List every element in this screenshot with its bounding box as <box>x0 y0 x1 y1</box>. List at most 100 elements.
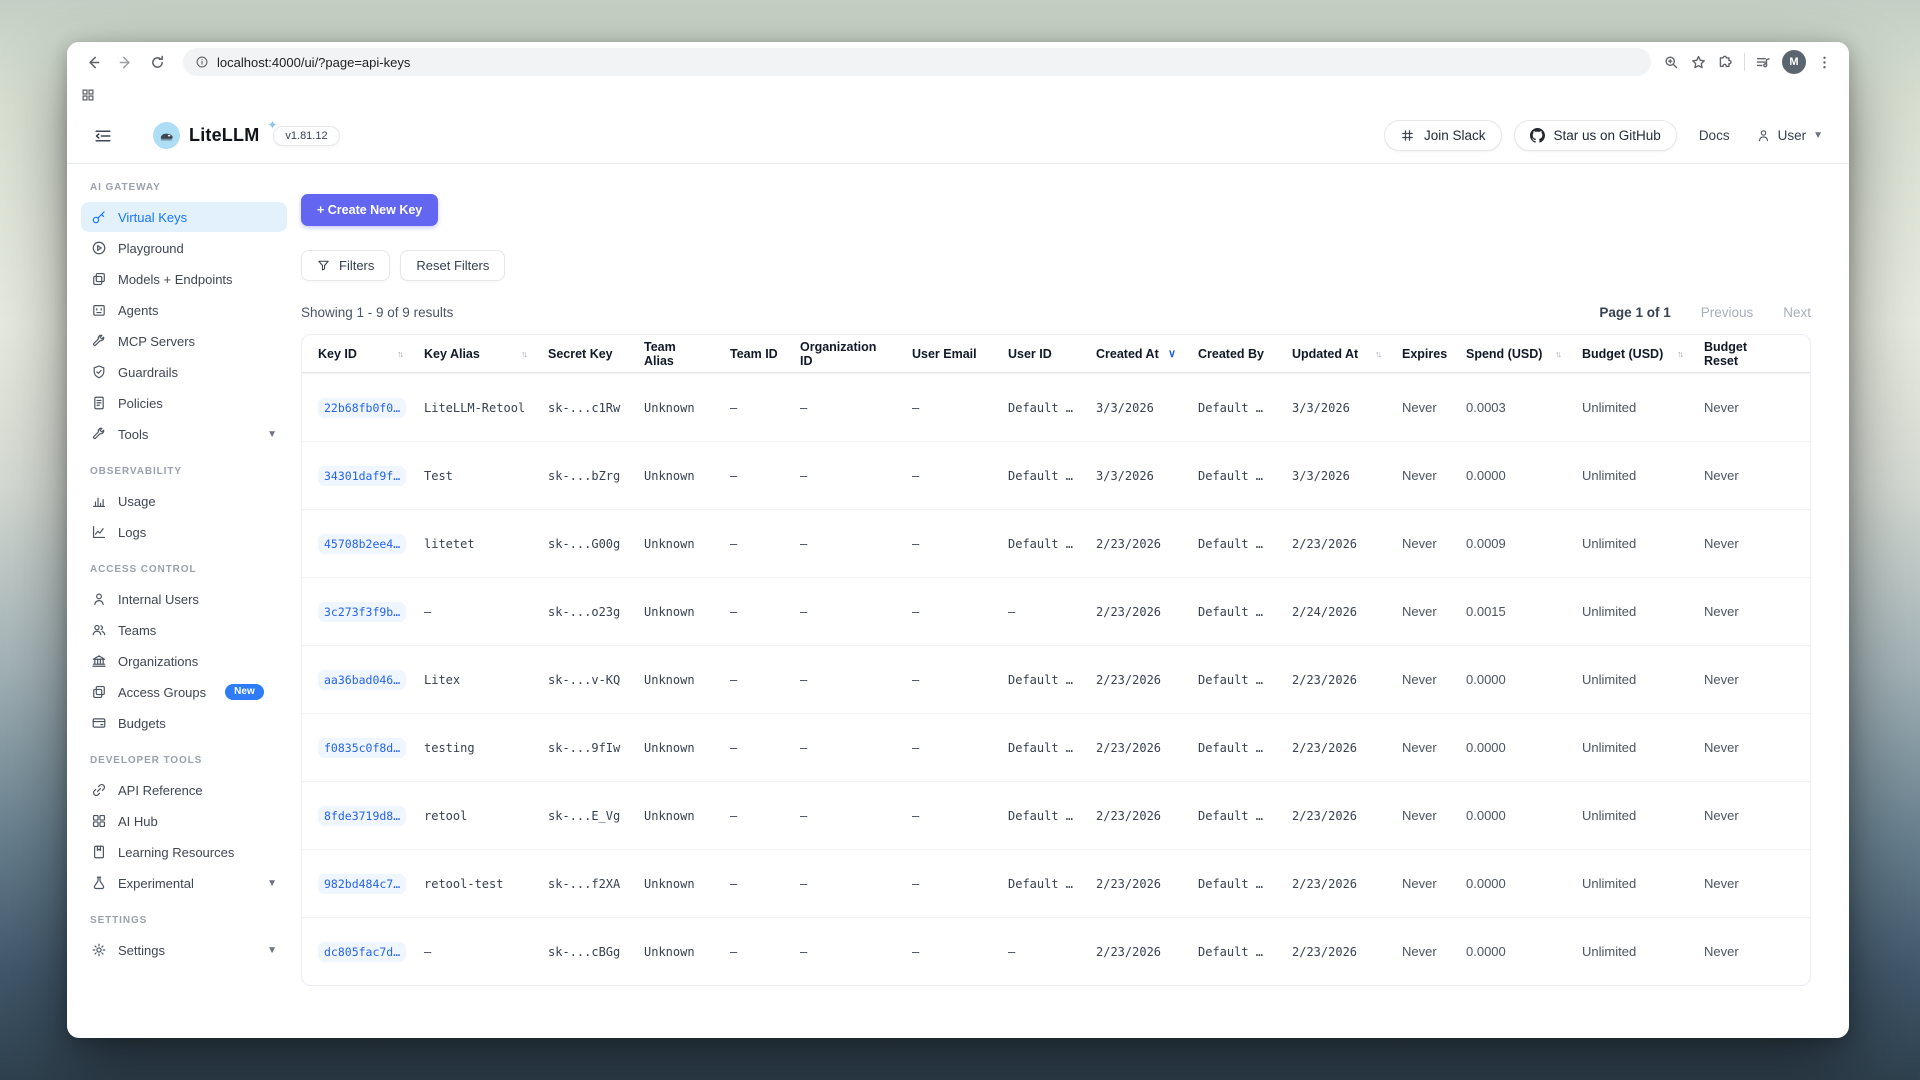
cell-team-alias: Unknown <box>644 605 730 619</box>
sidebar-item-agents[interactable]: Agents <box>81 295 287 325</box>
key-id-link[interactable]: dc805fac7d… <box>318 942 406 962</box>
cell-key-alias: Litex <box>424 673 548 687</box>
filters-button[interactable]: Filters <box>301 250 390 281</box>
reload-icon[interactable] <box>143 48 171 76</box>
sidebar-item-label: Guardrails <box>118 365 178 380</box>
sidebar-item-api-reference[interactable]: API Reference <box>81 775 287 805</box>
chevron-down-icon: ▼ <box>267 945 277 956</box>
cell-updated-at: 2/23/2026 <box>1292 673 1402 687</box>
key-id-link[interactable]: 45708b2ee4… <box>318 534 406 554</box>
table-row[interactable]: aa36bad046…Litexsk-...v-KQUnknown–––Defa… <box>302 645 1810 713</box>
user-menu[interactable]: User ▼ <box>1756 128 1823 143</box>
sort-icon[interactable]: ↑↓ <box>1677 349 1682 359</box>
table-row[interactable]: 22b68fb0f0…LiteLLM-Retoolsk-...c1RwUnkno… <box>302 373 1810 441</box>
media-controls-icon[interactable] <box>1755 54 1772 71</box>
extensions-icon[interactable] <box>1717 54 1734 71</box>
cell-user-id: Default … <box>1008 741 1096 755</box>
column-header-created-at[interactable]: Created At∨ <box>1096 347 1198 361</box>
cell-key-alias: Test <box>424 469 548 483</box>
cell-created-by: Default … <box>1198 537 1292 551</box>
sort-icon[interactable]: ↑↓ <box>1555 349 1560 359</box>
cell-user-id: – <box>1008 605 1096 619</box>
sidebar-item-usage[interactable]: Usage <box>81 486 287 516</box>
column-header-updated-at[interactable]: Updated At↑↓ <box>1292 347 1402 361</box>
join-slack-button[interactable]: Join Slack <box>1384 120 1502 151</box>
table-row[interactable]: 8fde3719d8…retoolsk-...E_VgUnknown–––Def… <box>302 781 1810 849</box>
sidebar-item-playground[interactable]: Playground <box>81 233 287 263</box>
sort-icon[interactable]: ↑↓ <box>397 349 402 359</box>
key-id-link[interactable]: 22b68fb0f0… <box>318 398 406 418</box>
table-row[interactable]: 3c273f3f9b…–sk-...o23gUnknown––––2/23/20… <box>302 577 1810 645</box>
cell-user-id: Default … <box>1008 673 1096 687</box>
cell-secret-key: sk-...v-KQ <box>548 673 644 687</box>
sidebar-item-budgets[interactable]: Budgets <box>81 708 287 738</box>
column-header-budget-usd[interactable]: Budget (USD)↑↓ <box>1582 347 1704 361</box>
new-badge: New <box>225 684 264 700</box>
table-row[interactable]: dc805fac7d…–sk-...cBGgUnknown––––2/23/20… <box>302 917 1810 985</box>
table-row[interactable]: 45708b2ee4…litetetsk-...G00gUnknown–––De… <box>302 509 1810 577</box>
table-body: 22b68fb0f0…LiteLLM-Retoolsk-...c1RwUnkno… <box>302 373 1810 985</box>
sidebar-item-access-groups[interactable]: Access GroupsNew <box>81 677 287 707</box>
column-header-spend-usd[interactable]: Spend (USD)↑↓ <box>1466 347 1582 361</box>
star-github-button[interactable]: Star us on GitHub <box>1514 120 1677 151</box>
profile-avatar[interactable]: M <box>1782 50 1806 74</box>
sidebar-item-learning-resources[interactable]: Learning Resources <box>81 837 287 867</box>
cell-secret-key: sk-...E_Vg <box>548 809 644 823</box>
key-id-link[interactable]: f0835c0f8d… <box>318 738 406 758</box>
sidebar-item-mcp-servers[interactable]: MCP Servers <box>81 326 287 356</box>
sidebar-item-label: MCP Servers <box>118 334 195 349</box>
key-id-link[interactable]: aa36bad046… <box>318 670 406 690</box>
site-info-icon[interactable] <box>195 55 209 69</box>
column-header-key-id[interactable]: Key ID↑↓ <box>318 347 424 361</box>
sidebar-item-tools[interactable]: Tools▼ <box>81 419 287 449</box>
sidebar-item-logs[interactable]: Logs <box>81 517 287 547</box>
table-header-row: Key ID↑↓Key Alias↑↓Secret KeyTeam AliasT… <box>302 335 1810 373</box>
sort-desc-icon[interactable]: ∨ <box>1168 347 1176 360</box>
sidebar-item-models-endpoints[interactable]: Models + Endpoints <box>81 264 287 294</box>
sidebar-item-policies[interactable]: Policies <box>81 388 287 418</box>
cell-organization-id: – <box>800 877 912 891</box>
sidebar-item-settings[interactable]: Settings▼ <box>81 935 287 965</box>
menu-kebab-icon[interactable] <box>1816 54 1833 71</box>
cell-key-alias: – <box>424 945 548 959</box>
cell-budget-usd: Unlimited <box>1582 876 1704 891</box>
next-page-button[interactable]: Next <box>1783 305 1811 320</box>
sort-icon[interactable]: ↑↓ <box>521 349 526 359</box>
settings-icon <box>91 942 107 958</box>
sidebar-item-ai-hub[interactable]: AI Hub <box>81 806 287 836</box>
cell-team-alias: Unknown <box>644 469 730 483</box>
back-icon[interactable] <box>79 48 107 76</box>
create-new-key-button[interactable]: + Create New Key <box>301 194 438 226</box>
bookmark-star-icon[interactable] <box>1690 54 1707 71</box>
sidebar-item-experimental[interactable]: Experimental▼ <box>81 868 287 898</box>
docs-link[interactable]: Docs <box>1699 128 1730 143</box>
sidebar-item-label: Virtual Keys <box>118 210 187 225</box>
sidebar-item-virtual-keys[interactable]: Virtual Keys <box>81 202 287 232</box>
sort-icon[interactable]: ↑↓ <box>1375 349 1380 359</box>
key-id-link[interactable]: 8fde3719d8… <box>318 806 406 826</box>
table-row[interactable]: 34301daf9f…Testsk-...bZrgUnknown–––Defau… <box>302 441 1810 509</box>
column-header-key-alias[interactable]: Key Alias↑↓ <box>424 347 548 361</box>
browser-actions: M <box>1663 50 1837 74</box>
zoom-icon[interactable] <box>1663 54 1680 71</box>
key-id-link[interactable]: 3c273f3f9b… <box>318 602 406 622</box>
apps-grid-icon[interactable] <box>81 88 95 102</box>
table-row[interactable]: 982bd484c7…retool-testsk-...f2XAUnknown–… <box>302 849 1810 917</box>
previous-page-button[interactable]: Previous <box>1701 305 1754 320</box>
cell-team-alias: Unknown <box>644 945 730 959</box>
sidebar-item-internal-users[interactable]: Internal Users <box>81 584 287 614</box>
sidebar-collapse-icon[interactable] <box>93 126 113 146</box>
key-id-link[interactable]: 982bd484c7… <box>318 874 406 894</box>
sidebar-item-guardrails[interactable]: Guardrails <box>81 357 287 387</box>
mcp-servers-icon <box>91 333 107 349</box>
address-bar[interactable]: localhost:4000/ui/?page=api-keys <box>183 48 1651 76</box>
table-row[interactable]: f0835c0f8d…testingsk-...9fIwUnknown–––De… <box>302 713 1810 781</box>
forward-icon[interactable] <box>111 48 139 76</box>
sidebar-item-organizations[interactable]: Organizations <box>81 646 287 676</box>
browser-window: localhost:4000/ui/?page=api-keys M LiteL… <box>67 42 1849 1038</box>
key-id-link[interactable]: 34301daf9f… <box>318 466 406 486</box>
sidebar-item-teams[interactable]: Teams <box>81 615 287 645</box>
reset-filters-button[interactable]: Reset Filters <box>400 250 505 281</box>
cell-expires: Never <box>1402 468 1466 483</box>
teams-icon <box>91 622 107 638</box>
